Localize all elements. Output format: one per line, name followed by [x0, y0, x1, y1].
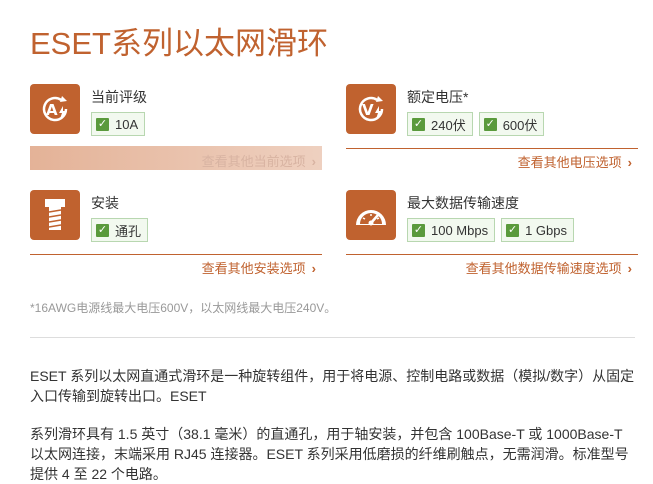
- spec-rated-voltage: V 额定电压* ✓ 240伏 ✓ 600伏 查看其他电压选项 ›: [346, 84, 638, 174]
- check-icon: ✓: [96, 223, 109, 237]
- check-icon: ✓: [506, 223, 520, 237]
- amp-rating-icon: A: [30, 84, 80, 134]
- bolt-icon: [30, 190, 80, 240]
- filter-chip[interactable]: ✓ 1 Gbps: [501, 218, 575, 242]
- voltage-icon: V: [346, 84, 396, 134]
- filter-chip[interactable]: ✓ 通孔: [91, 218, 149, 242]
- section-divider: [30, 337, 635, 338]
- spec-label: 当前评级: [91, 89, 147, 105]
- divider-line: [346, 254, 638, 255]
- description-paragraph: ESET 系列以太网直通式滑环是一种旋转组件，用于将电源、控制电路或数据（模拟/…: [30, 368, 635, 404]
- more-mounting-options-link[interactable]: 查看其他安装选项 ›: [202, 258, 316, 277]
- filter-chip[interactable]: ✓ 240伏: [407, 112, 473, 136]
- check-icon: ✓: [96, 117, 109, 131]
- faded-link-bar: 查看其他当前选项 ›: [30, 146, 322, 170]
- description-paragraph: 系列滑环具有 1.5 英寸（38.1 毫米）的直通孔，用于轴安装，并包含 100…: [30, 426, 629, 482]
- more-voltage-options-link[interactable]: 查看其他电压选项 ›: [518, 152, 632, 171]
- spec-label: 最大数据传输速度: [407, 195, 519, 211]
- page-title: ESET系列以太网滑环: [30, 26, 328, 61]
- svg-text:V: V: [362, 101, 374, 119]
- speedometer-icon: [346, 190, 396, 240]
- check-icon: ✓: [412, 223, 425, 237]
- filter-chip[interactable]: ✓ 10A: [91, 112, 146, 136]
- divider-line: [30, 254, 322, 255]
- check-icon: ✓: [412, 117, 425, 131]
- spec-label: 安装: [91, 195, 119, 211]
- divider-line: [346, 148, 638, 149]
- svg-text:A: A: [46, 101, 58, 119]
- filter-chip[interactable]: ✓ 600伏: [478, 112, 545, 136]
- more-data-speed-options-link[interactable]: 查看其他数据传输速度选项 ›: [466, 258, 632, 277]
- spec-mounting: 安装 ✓ 通孔 查看其他安装选项 ›: [30, 190, 322, 280]
- footnote: *16AWG电源线最大电压600V，以太网线最大电压240V。: [30, 301, 337, 315]
- spec-max-data-speed: 最大数据传输速度 ✓ 100 Mbps ✓ 1 Gbps 查看其他数据传输速度选项 ›: [346, 190, 638, 280]
- filter-chip[interactable]: ✓ 100 Mbps: [407, 218, 496, 242]
- spec-label: 额定电压*: [407, 89, 469, 105]
- more-current-options-link[interactable]: 查看其他当前选项 ›: [202, 151, 316, 170]
- check-icon: ✓: [483, 117, 497, 131]
